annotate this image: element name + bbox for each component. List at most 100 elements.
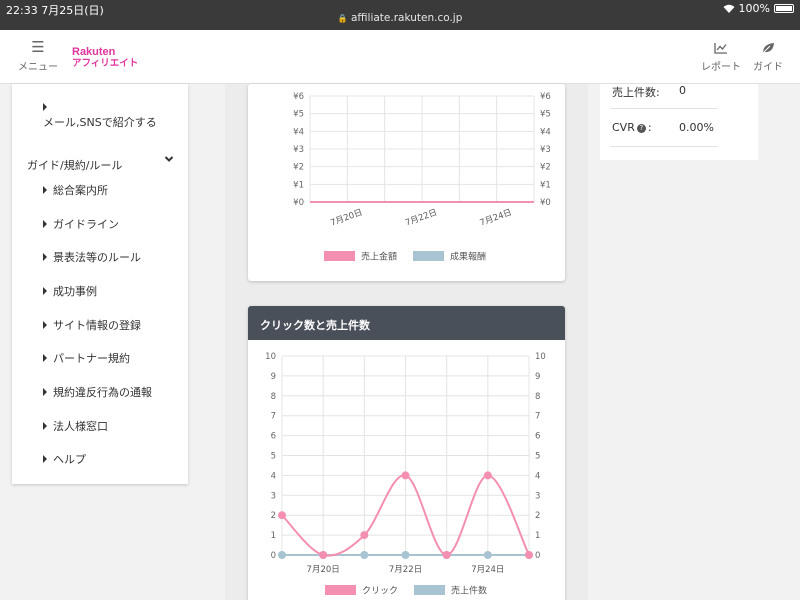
sidebar-item-general-info[interactable]: 総合案内所: [43, 182, 108, 198]
x-tick-label: 7月20日: [329, 208, 364, 229]
sales-amount-chart: ¥0 ¥1 ¥2 ¥3 ¥4 ¥5 ¥6 ¥0 ¥1 ¥2 ¥3 ¥4 ¥5 ¥6 7月20日 7月22日…: [293, 92, 551, 263]
chart-legend[interactable]: 売上金額 成果報酬: [324, 251, 486, 263]
sidebar-item-label: 規約違反行為の通報: [53, 386, 152, 399]
y-tick-label: ¥0: [293, 198, 304, 208]
data-point: [278, 511, 286, 520]
help-icon[interactable]: ?: [636, 124, 646, 133]
sidebar-item-partner-terms[interactable]: パートナー規約: [43, 350, 130, 366]
y-tick-label: 4: [535, 471, 540, 481]
hamburger-icon: ☰: [31, 38, 45, 56]
legend-label: クリック: [362, 586, 398, 597]
y-tick-label: 0: [271, 551, 276, 561]
chart-grid: [281, 355, 530, 556]
sidebar-item-label: 法人様窓口: [53, 420, 108, 433]
data-point: [319, 551, 328, 559]
triangle-right-icon: [43, 388, 47, 396]
sidebar-section-guide[interactable]: ガイド/規約/ルール: [27, 157, 122, 173]
guide-label: ガイド: [753, 62, 783, 73]
legend-label: 成果報酬: [450, 251, 486, 263]
legend-swatch: [414, 585, 445, 595]
triangle-right-icon: [43, 186, 47, 194]
data-point: [278, 551, 286, 559]
triangle-right-icon: [43, 103, 47, 111]
x-tick-label: 7月22日: [404, 208, 439, 229]
battery-icon: [774, 4, 794, 13]
line-chart-icon: [714, 43, 727, 54]
sidebar-item-label: ヘルプ: [53, 453, 86, 466]
app-header: ☰ メニュー Rakuten アフィリエイト レポート ガイド: [0, 30, 800, 84]
menu-label: メニュー: [18, 62, 58, 73]
cvr-value: 0.00%: [679, 121, 714, 134]
triangle-right-icon: [43, 354, 47, 362]
y-axis-right: 0 1 2 3 4 5 6 7 8 9 10: [535, 352, 546, 561]
sidebar-menu: メール,SNSで紹介する ガイド/規約/ルール 総合案内所 ガイドライン 景表法…: [12, 84, 188, 484]
y-tick-label: 1: [535, 531, 540, 541]
sidebar-item-success-cases[interactable]: 成功事例: [43, 283, 97, 299]
triangle-right-icon: [43, 422, 47, 430]
y-tick-label: 5: [271, 452, 276, 462]
y-tick-label: 6: [271, 432, 276, 442]
sidebar-item-corporate-contact[interactable]: 法人様窓口: [43, 418, 108, 434]
sidebar-item-site-registration[interactable]: サイト情報の登録: [43, 317, 141, 333]
sidebar-item-label: 成功事例: [53, 285, 97, 298]
cvr-label-group: CVR?:: [612, 121, 652, 134]
cvr-label-suffix: :: [647, 121, 652, 134]
y-tick-label: ¥4: [293, 127, 304, 137]
data-point: [360, 551, 369, 559]
y-tick-label: 3: [535, 491, 540, 501]
report-button[interactable]: レポート: [700, 42, 742, 73]
sidebar-item-display-rules[interactable]: 景表法等のルール: [43, 249, 141, 265]
sidebar-item-violation-report[interactable]: 規約違反行為の通報: [43, 384, 152, 400]
wifi-icon: [723, 4, 735, 13]
y-tick-label: 7: [535, 412, 540, 422]
x-axis-labels: 7月20日 7月22日 7月24日: [307, 565, 505, 575]
y-tick-label: 1: [271, 531, 276, 541]
sidebar-item-help[interactable]: ヘルプ: [43, 451, 86, 467]
data-point: [442, 551, 451, 559]
y-tick-label: ¥6: [540, 92, 551, 102]
chart-legend[interactable]: クリック 売上件数: [325, 585, 487, 597]
y-tick-label: 10: [265, 352, 276, 362]
y-axis-left: ¥0 ¥1 ¥2 ¥3 ¥4 ¥5 ¥6: [293, 92, 304, 208]
leaf-icon: [761, 43, 774, 54]
triangle-right-icon: [43, 455, 47, 463]
y-tick-label: 2: [535, 511, 540, 521]
legend-swatch: [324, 251, 355, 261]
guide-button[interactable]: ガイド: [750, 42, 786, 73]
rakuten-affiliate-logo[interactable]: Rakuten アフィリエイト: [72, 46, 138, 70]
menu-button[interactable]: ☰ メニュー: [16, 38, 60, 74]
lock-icon: 🔒: [337, 14, 348, 23]
divider: [610, 108, 718, 109]
sidebar-item-guidelines[interactable]: ガイドライン: [43, 216, 119, 232]
y-tick-label: 0: [535, 551, 540, 561]
y-tick-label: ¥6: [293, 92, 304, 102]
y-tick-label: ¥2: [540, 163, 551, 173]
dashboard-column: ¥0 ¥1 ¥2 ¥3 ¥4 ¥5 ¥6 ¥0 ¥1 ¥2 ¥3 ¥4 ¥5 ¥6 7月20日 7月22日…: [225, 84, 588, 600]
y-tick-label: 4: [271, 471, 276, 481]
y-tick-label: 5: [535, 452, 540, 462]
logo-line2: アフィリエイト: [72, 58, 139, 69]
battery-percent: 100%: [738, 2, 770, 15]
y-tick-label: ¥5: [293, 110, 304, 120]
sidebar-item-share[interactable]: メール,SNSで紹介する: [43, 114, 157, 130]
y-tick-label: 8: [271, 392, 276, 402]
data-point: [401, 551, 410, 559]
x-tick-label: 7月22日: [389, 565, 422, 575]
y-tick-label: ¥0: [540, 198, 551, 208]
y-tick-label: ¥3: [540, 145, 551, 155]
chart-grid: [309, 95, 535, 203]
url-bar[interactable]: 🔒 affiliate.rakuten.co.jp: [0, 12, 800, 24]
sidebar-item-label: ガイドライン: [53, 218, 119, 231]
data-point: [483, 471, 492, 480]
data-point: [401, 471, 410, 480]
x-tick-label: 7月20日: [307, 565, 340, 575]
divider: [610, 146, 718, 147]
sidebar-item-label: 総合案内所: [53, 184, 108, 197]
triangle-right-icon: [43, 220, 47, 228]
chevron-down-icon[interactable]: [164, 154, 174, 164]
y-tick-label: ¥3: [293, 145, 304, 155]
y-axis-left: 0 1 2 3 4 5 6 7 8 9 10: [265, 352, 276, 561]
status-bar: 22:33 7月25日(日) 🔒 affiliate.rakuten.co.jp…: [0, 0, 800, 30]
y-tick-label: 3: [271, 491, 276, 501]
url-text: affiliate.rakuten.co.jp: [350, 12, 463, 24]
